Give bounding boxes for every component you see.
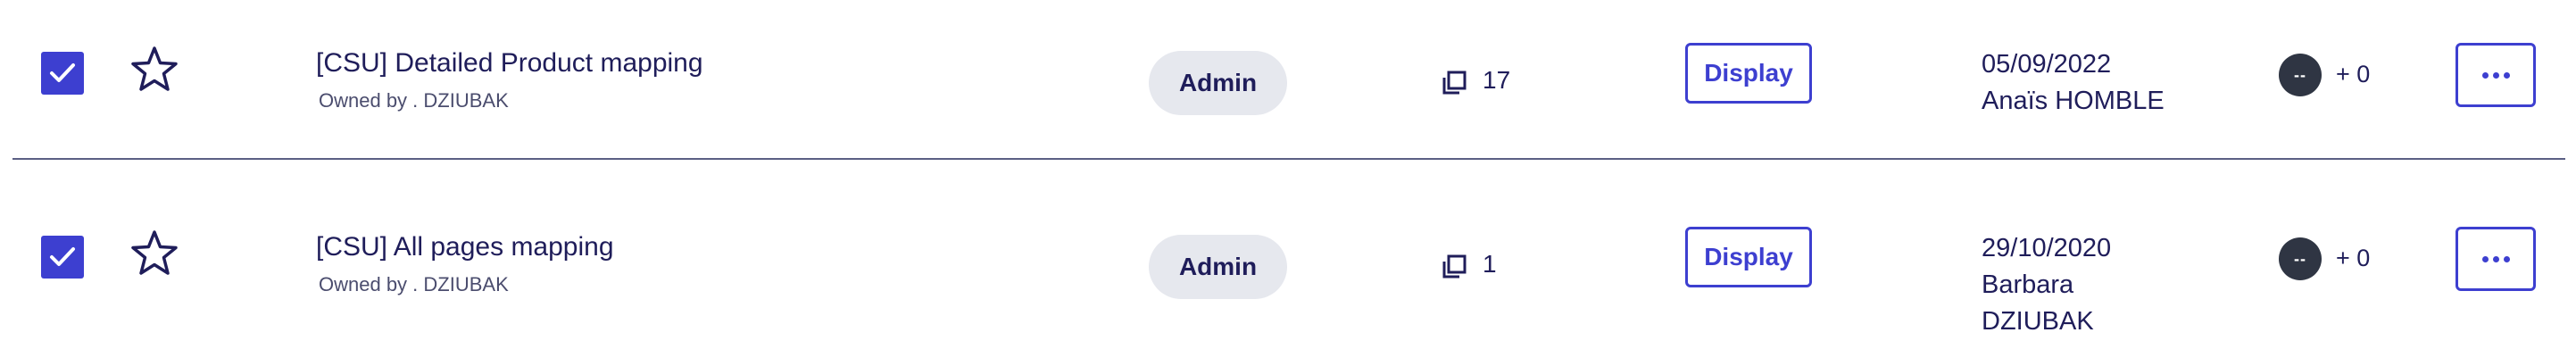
avatar: -- [2279,237,2322,280]
row-checkbox[interactable] [41,52,84,95]
pages-count: 1 [1483,250,1497,278]
avatar: -- [2279,54,2322,96]
owner-label: Owned by . DZIUBAK [319,273,509,295]
role-badge: Admin [1149,235,1287,299]
modified-info: 05/09/2022 Anaïs HOMBLE [1982,46,2165,120]
modified-date: 05/09/2022 [1982,50,2112,79]
more-horizontal-icon [2481,255,2510,262]
owner-label: Owned by . DZIUBAK [319,89,509,112]
modified-by-line1: Barbara [1982,270,2074,299]
display-button[interactable]: Display [1685,43,1812,104]
star-outline-icon[interactable] [129,45,179,95]
more-horizontal-icon [2481,71,2510,79]
modified-by-line2: DZIUBAK [1982,307,2094,336]
row-checkbox[interactable] [41,236,84,279]
checkmark-icon [50,63,75,82]
role-badge: Admin [1149,51,1287,115]
report-title[interactable]: [CSU] All pages mapping [316,232,614,262]
modified-by-line1: Anaïs HOMBLE [1982,87,2165,115]
extra-users-count: + 0 [2336,245,2371,271]
more-actions-button[interactable] [2456,43,2536,107]
modified-date: 29/10/2020 [1982,234,2112,262]
row-divider [12,158,2565,160]
pages-stack-icon [1442,254,1467,279]
pages-count: 17 [1483,66,1511,94]
star-outline-icon[interactable] [129,229,179,279]
table-row: [CSU] Detailed Product mapping Owned by … [0,0,2576,157]
more-actions-button[interactable] [2456,227,2536,291]
extra-users-count: + 0 [2336,61,2371,87]
table-row: [CSU] All pages mapping Owned by . DZIUB… [0,184,2576,341]
modified-info: 29/10/2020 Barbara DZIUBAK [1982,230,2111,340]
report-title[interactable]: [CSU] Detailed Product mapping [316,48,703,79]
checkmark-icon [50,247,75,266]
display-button[interactable]: Display [1685,227,1812,287]
pages-stack-icon [1442,71,1467,95]
